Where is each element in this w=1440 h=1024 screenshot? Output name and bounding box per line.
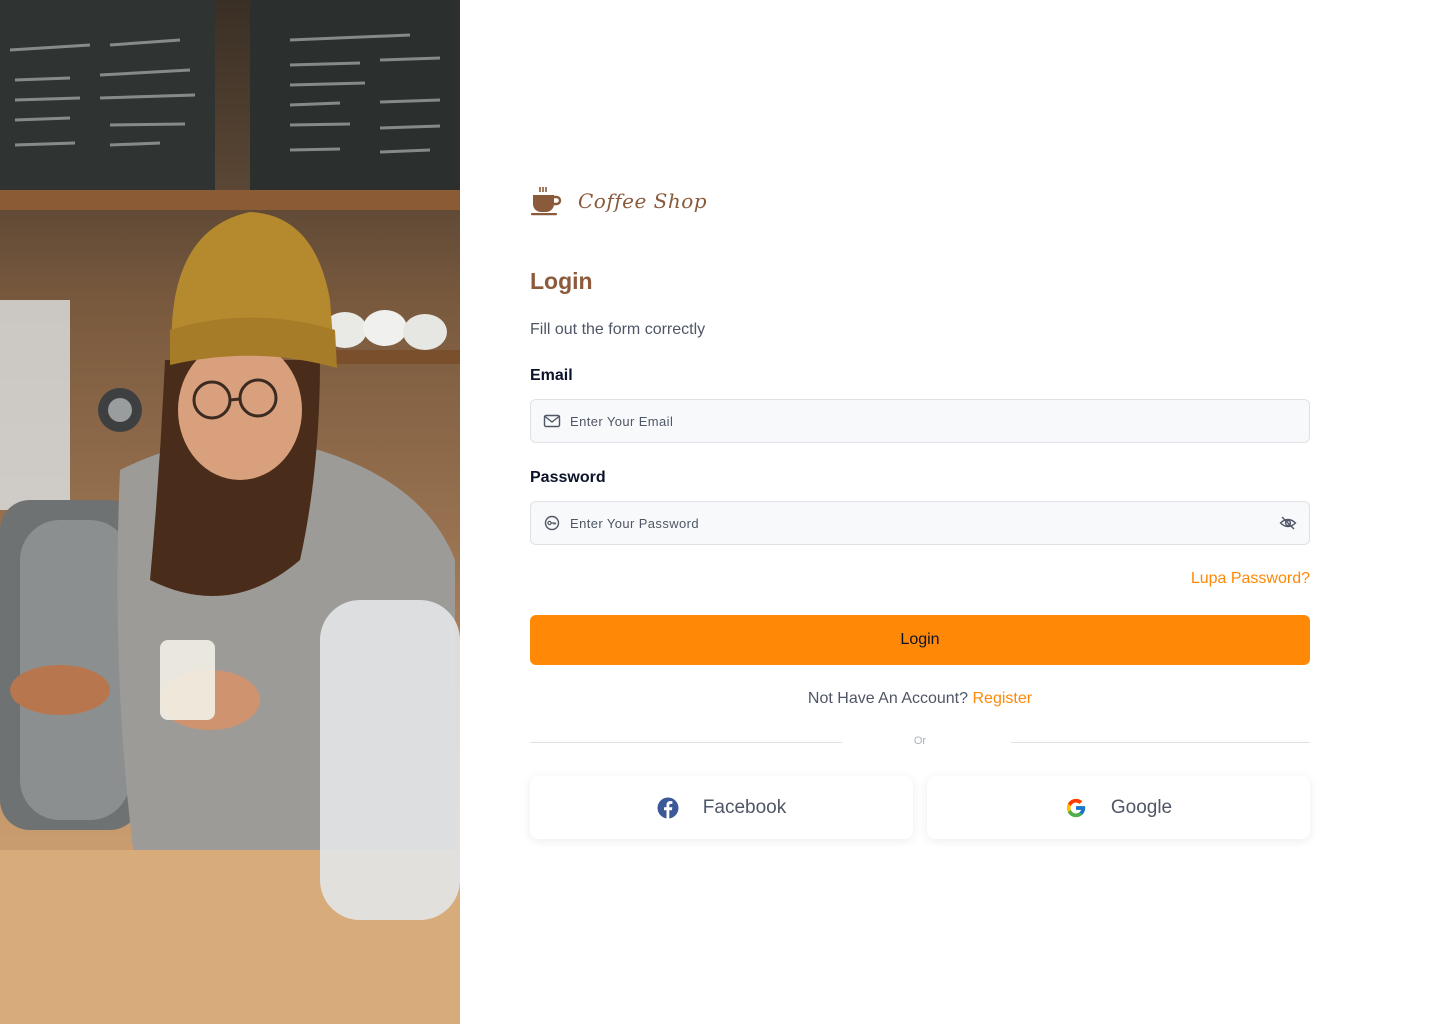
key-icon bbox=[544, 515, 560, 531]
email-field[interactable] bbox=[530, 399, 1310, 443]
or-separator: Or bbox=[913, 735, 927, 747]
password-field[interactable] bbox=[530, 501, 1310, 545]
password-label: Password bbox=[530, 469, 606, 486]
page-subtitle: Fill out the form correctly bbox=[530, 321, 706, 338]
divider-right bbox=[1011, 742, 1310, 743]
brand-name: Coffee Shop bbox=[578, 189, 708, 213]
google-icon bbox=[1066, 798, 1086, 817]
login-button[interactable]: Login bbox=[530, 615, 1310, 665]
register-prompt: Not Have An Account? Register bbox=[530, 690, 1310, 708]
login-form: Coffee Shop Login Fill out the form corr… bbox=[530, 0, 1310, 1024]
forgot-password-link[interactable]: Lupa Password? bbox=[1191, 570, 1310, 588]
no-account-text: Not Have An Account? bbox=[807, 690, 969, 707]
facebook-icon bbox=[657, 797, 679, 818]
coffee-cup-icon bbox=[531, 187, 562, 216]
register-link[interactable]: Register bbox=[972, 690, 1032, 707]
eye-off-icon[interactable] bbox=[1279, 514, 1297, 532]
email-label: Email bbox=[530, 367, 573, 384]
google-label: Google bbox=[1110, 796, 1173, 818]
password-input[interactable] bbox=[570, 515, 1271, 531]
google-login-button[interactable]: Google bbox=[927, 776, 1310, 839]
hero-photo bbox=[0, 0, 460, 1024]
mail-icon bbox=[543, 414, 561, 428]
page-title: Login bbox=[530, 268, 593, 294]
facebook-login-button[interactable]: Facebook bbox=[530, 776, 913, 839]
email-input[interactable] bbox=[570, 413, 1297, 429]
brand: Coffee Shop bbox=[530, 183, 707, 219]
facebook-label: Facebook bbox=[702, 796, 787, 818]
